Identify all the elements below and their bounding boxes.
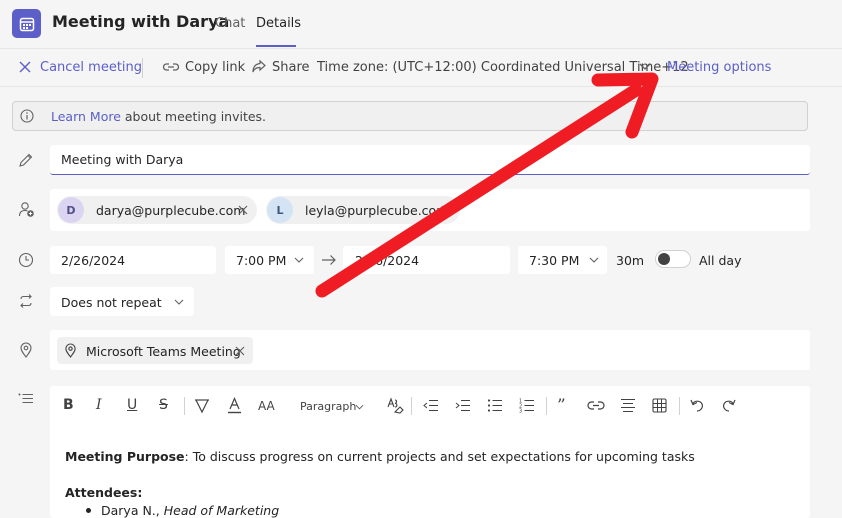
annotation-arrow [315,72,659,298]
